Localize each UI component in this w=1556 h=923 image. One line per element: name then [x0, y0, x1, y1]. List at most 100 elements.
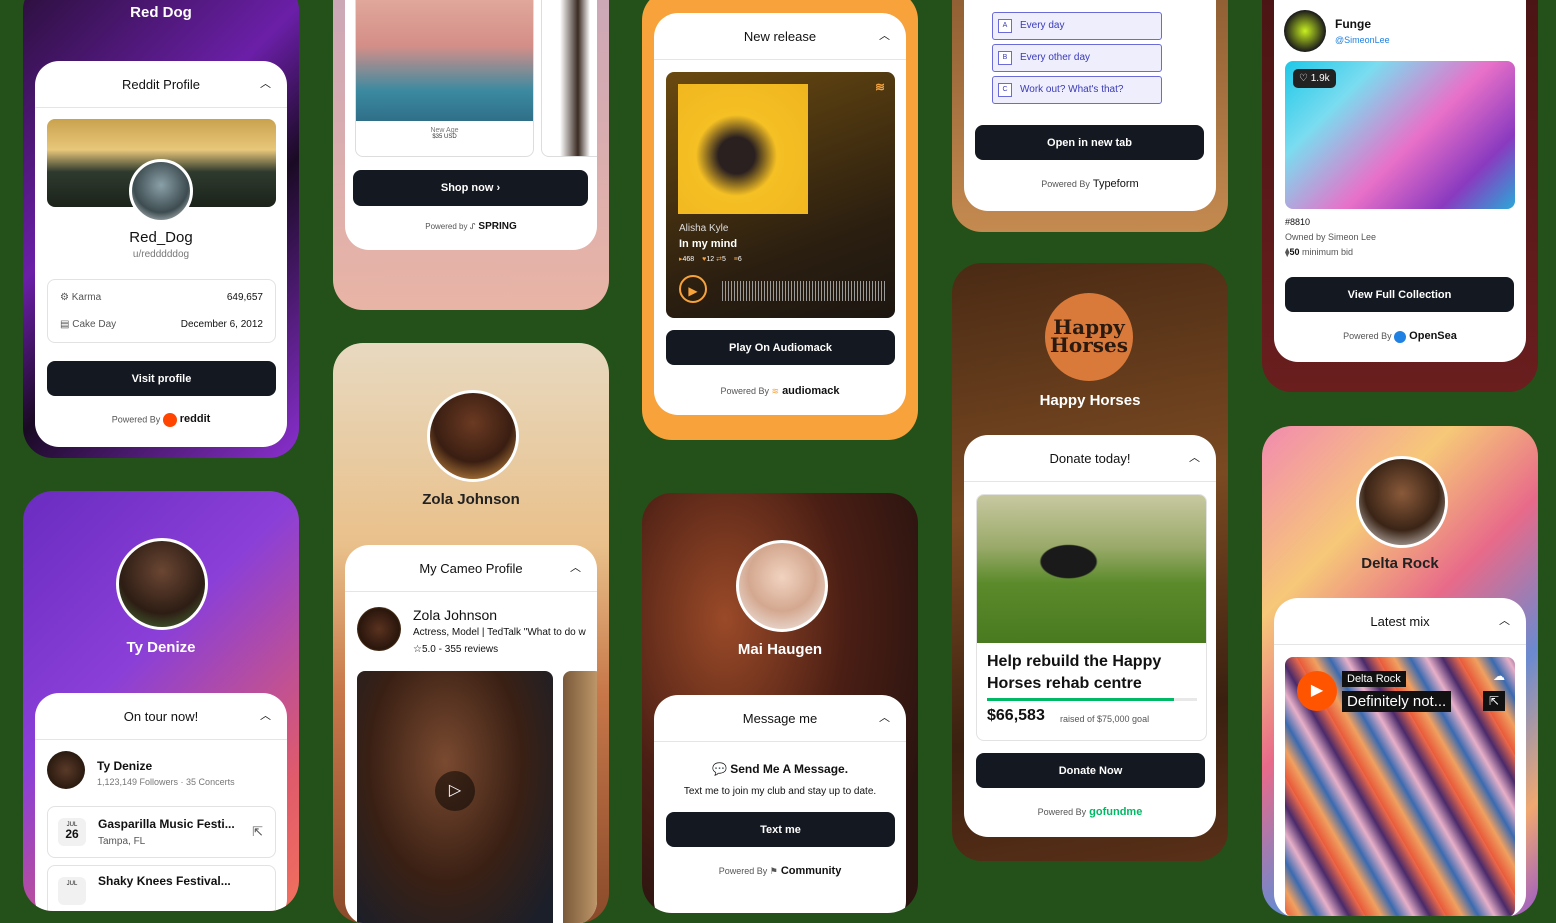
heart-icon: ♡: [1299, 73, 1308, 84]
nft-image[interactable]: ♡ 1.9k: [1285, 61, 1515, 209]
video-thumbnail[interactable]: [563, 671, 597, 923]
donate-now-button[interactable]: Donate Now: [976, 753, 1205, 788]
card-title: New release: [743, 28, 817, 44]
avatar: [736, 540, 828, 632]
card-title: My Cameo Profile: [419, 560, 523, 576]
chevron-up-icon[interactable]: ︿: [570, 559, 581, 575]
profile-name: Happy Horses: [1039, 392, 1141, 409]
chevron-up-icon[interactable]: ︿: [1499, 612, 1510, 628]
play-icon[interactable]: ▷: [435, 771, 475, 811]
spring-phone: New Age $35 USD Shop now › Powered by ᔑS…: [333, 0, 609, 310]
play-on-audiomack-button[interactable]: Play On Audiomack: [666, 330, 895, 365]
powered-label: Powered By: [1037, 807, 1087, 817]
card-header[interactable]: My Cameo Profile ︿: [345, 545, 597, 592]
event-row[interactable]: JUL 26 Gasparilla Music Festi... Tampa, …: [47, 806, 276, 858]
waveform[interactable]: [722, 281, 886, 301]
chevron-up-icon[interactable]: ︿: [260, 707, 271, 723]
artist-name: Delta Rock: [1342, 671, 1406, 687]
opensea-card: Funge @SimeonLee ♡ 1.9k #8810 Owned by S…: [1274, 0, 1526, 362]
audiomack-card: New release ︿ ≋ Alisha Kyle In my mind ▸4…: [654, 13, 906, 415]
chevron-up-icon[interactable]: ︿: [260, 75, 271, 91]
product-card[interactable]: [541, 0, 597, 157]
card-header[interactable]: Reddit Profile ︿: [35, 61, 287, 108]
owner-text: Owned by Simeon Lee: [1285, 232, 1377, 242]
progress-fill: [987, 698, 1174, 701]
visit-profile-button[interactable]: Visit profile: [47, 361, 276, 396]
option-every-other-day[interactable]: B Every other day: [992, 44, 1162, 72]
powered-label: Powered By: [1041, 179, 1090, 189]
card-header[interactable]: Donate today! ︿: [964, 435, 1216, 482]
powered-by: Powered By ⚑ Community: [654, 865, 906, 877]
track-title: In my mind: [679, 238, 738, 250]
campaign-box[interactable]: Help rebuild the Happy Horses rehab cent…: [976, 494, 1207, 741]
cameo-phone: Zola Johnson My Cameo Profile ︿ Zola John…: [333, 343, 609, 923]
powered-by: Powered By OpenSea: [1274, 330, 1526, 343]
rating-text: 5.0 - 355 reviews: [421, 644, 499, 655]
card-header[interactable]: New release ︿: [654, 13, 906, 60]
powered-label: Powered By: [720, 386, 769, 396]
event-date: JUL 26: [58, 818, 86, 846]
option-key: C: [998, 83, 1012, 97]
product-card[interactable]: New Age $35 USD: [355, 0, 534, 157]
text-me-button[interactable]: Text me: [666, 812, 895, 847]
card-title: Latest mix: [1370, 613, 1430, 629]
player[interactable]: ▶ Delta Rock Definitely not... ☁ ⇱: [1285, 657, 1515, 916]
event-row[interactable]: JUL Shaky Knees Festival...: [47, 865, 276, 911]
typeform-card: A Every day B Every other day C Work out…: [964, 0, 1216, 211]
campaign-image: [977, 495, 1206, 643]
card-title: Message me: [742, 710, 818, 726]
brand-name: Community: [780, 865, 842, 877]
soundcloud-phone: Delta Rock Latest mix ︿ ▶ Delta Rock Defi…: [1262, 426, 1538, 916]
brand-name: gofundme: [1089, 806, 1143, 818]
avatar: [1356, 456, 1448, 548]
powered-by: Powered By ≋ audiomack: [654, 385, 906, 397]
like-badge[interactable]: ♡ 1.9k: [1293, 69, 1336, 88]
card-header[interactable]: On tour now! ︿: [35, 693, 287, 740]
progress-track: [987, 698, 1197, 701]
view-full-collection-button[interactable]: View Full Collection: [1285, 277, 1514, 312]
typeform-phone: A Every day B Every other day C Work out…: [952, 0, 1228, 232]
event-date: JUL: [58, 877, 86, 905]
karma-icon: ⚙: [60, 292, 69, 303]
reddit-phone: Red Dog Reddit Profile ︿ Red_Dog u/redddd…: [23, 0, 299, 458]
creator-name: Funge: [1335, 17, 1371, 31]
card-header[interactable]: Message me ︿: [654, 695, 906, 742]
brand-name: audiomack: [782, 385, 840, 397]
chevron-up-icon[interactable]: ︿: [879, 709, 890, 725]
creator-handle: @SimeonLee: [1335, 35, 1390, 45]
share-icon[interactable]: ⇱: [1483, 691, 1505, 711]
avatar: [427, 390, 519, 482]
audiomack-phone: New release ︿ ≋ Alisha Kyle In my mind ▸4…: [642, 0, 918, 440]
option-every-day[interactable]: A Every day: [992, 12, 1162, 40]
artist-avatar: [47, 751, 85, 789]
profile-avatar: [357, 607, 401, 651]
reddit-card: Reddit Profile ︿ Red_Dog u/redddddog ⚙ Ka…: [35, 61, 287, 447]
speech-bubble-icon: 💬: [711, 762, 727, 776]
profile-name: Mai Haugen: [737, 641, 823, 658]
bid-amount: 50: [1289, 247, 1300, 257]
powered-by: Powered by ᔑ SPRING: [345, 221, 597, 232]
product-price: $35 USD: [432, 134, 457, 140]
community-logo-icon: ⚑: [769, 866, 778, 876]
chevron-up-icon[interactable]: ︿: [1189, 449, 1200, 465]
track-title: Definitely not...: [1342, 691, 1452, 712]
artist-stats: 1,123,149 Followers · 35 Concerts: [97, 777, 235, 787]
video-thumbnail[interactable]: ▷: [357, 671, 553, 923]
spring-card: New Age $35 USD Shop now › Powered by ᔑS…: [345, 0, 597, 250]
cameo-card: My Cameo Profile ︿ Zola Johnson Actress, …: [345, 545, 597, 923]
card-title: Donate today!: [1049, 450, 1131, 466]
option-work-out[interactable]: C Work out? What's that?: [992, 76, 1162, 104]
option-key: B: [998, 51, 1012, 65]
chevron-right-icon: ›: [496, 182, 501, 194]
play-button[interactable]: ▶: [1297, 671, 1337, 711]
external-link-icon[interactable]: ⇱: [252, 824, 263, 840]
campaign-headline: Help rebuild the Happy Horses rehab cent…: [987, 653, 1162, 692]
card-header[interactable]: Latest mix ︿: [1274, 598, 1526, 645]
shop-now-button[interactable]: Shop now ›: [353, 170, 588, 206]
play-button[interactable]: ▶: [679, 275, 707, 303]
open-in-new-tab-button[interactable]: Open in new tab: [975, 125, 1204, 160]
artist-name: Alisha Kyle: [679, 223, 729, 234]
card-title: On tour now!: [123, 708, 199, 724]
chevron-up-icon[interactable]: ︿: [879, 27, 890, 43]
gofundme-phone: Happy Horses Happy Horses Donate today! ︿…: [952, 263, 1228, 861]
